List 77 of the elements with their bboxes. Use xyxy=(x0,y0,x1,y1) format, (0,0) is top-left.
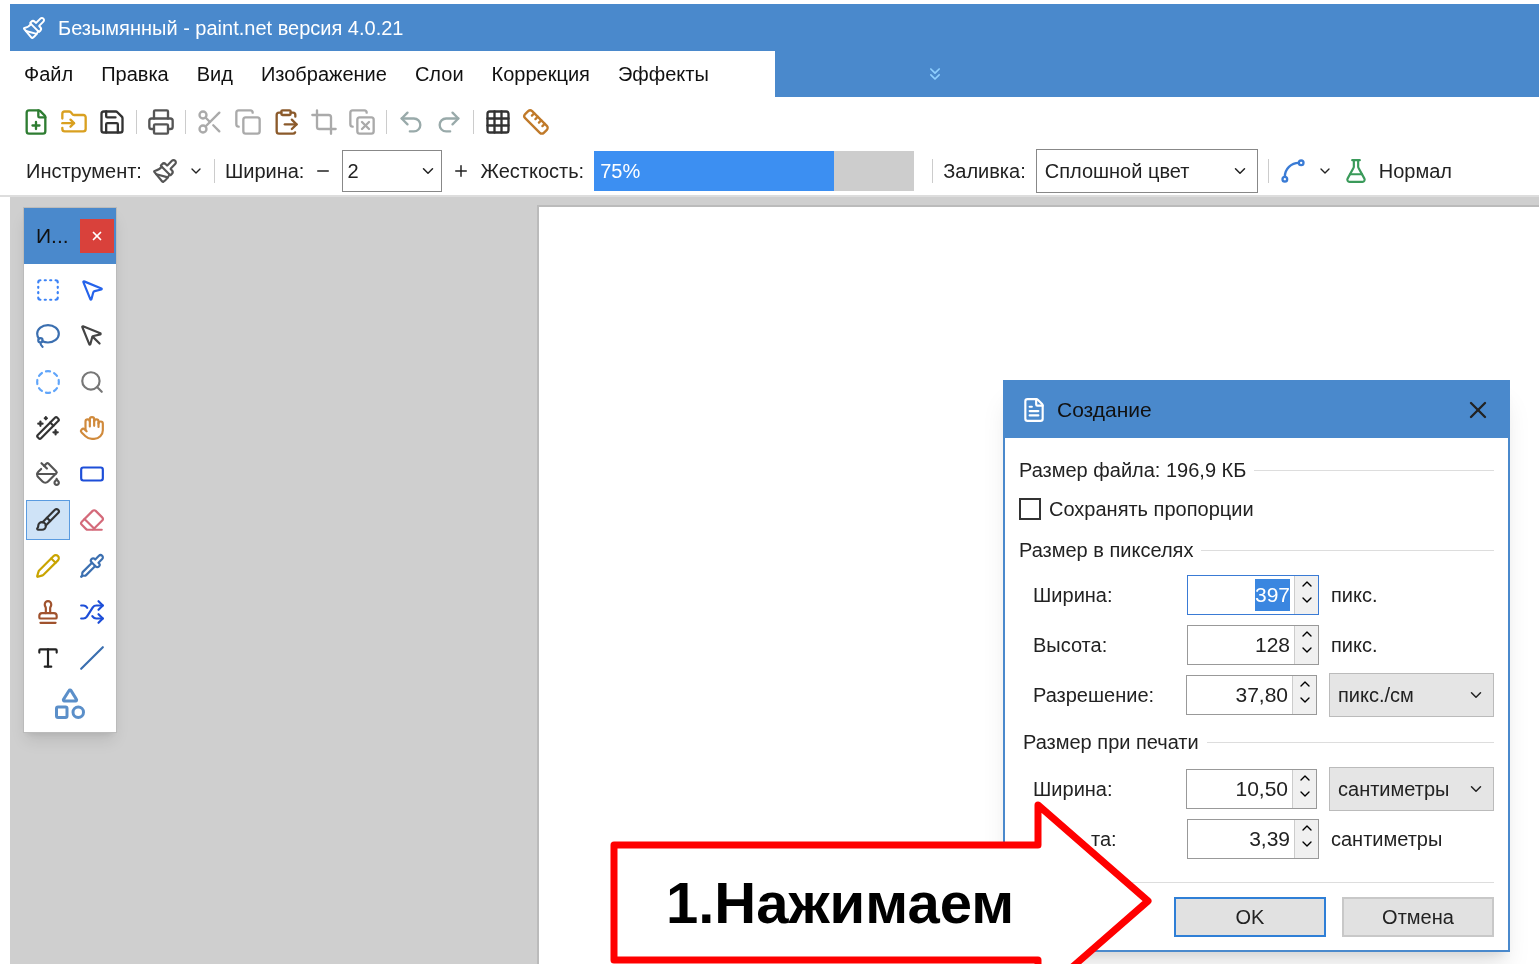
crop-icon[interactable] xyxy=(310,108,338,136)
spinner-control[interactable] xyxy=(1294,576,1318,614)
hardness-value: 75% xyxy=(599,159,641,184)
number-value: 397 xyxy=(1254,579,1290,611)
menu-item[interactable]: Вид xyxy=(196,59,233,89)
number-value: 10,50 xyxy=(1235,776,1289,803)
pipette-icon xyxy=(79,553,105,579)
curve-icon[interactable] xyxy=(1278,157,1307,185)
unit-label: пикс. xyxy=(1331,583,1378,608)
menu-item[interactable]: Изображение xyxy=(260,59,387,89)
callout-text: 1.Нажимаем xyxy=(665,869,1015,937)
pencil-icon xyxy=(35,553,61,579)
line-tool-icon xyxy=(79,645,105,671)
number-value: 128 xyxy=(1254,632,1290,659)
eraser-icon xyxy=(79,507,105,533)
hardness-label: Жесткость: xyxy=(480,159,585,184)
panel-title: И... xyxy=(36,223,69,250)
field-label: Разрешение: xyxy=(1033,684,1155,706)
width-dropdown[interactable]: 2 xyxy=(342,150,443,192)
file-size-text: Размер файла: 196,9 КБ xyxy=(1019,458,1247,483)
dialog-title: Создание xyxy=(1057,397,1153,424)
menu-item[interactable]: Слои xyxy=(414,59,464,89)
menu-item[interactable]: Правка xyxy=(101,59,169,89)
document-icon xyxy=(1021,397,1047,423)
app-icon xyxy=(22,15,46,40)
unit-dropdown[interactable]: сантиметры xyxy=(1329,767,1494,811)
paintbrush-icon[interactable] xyxy=(151,158,178,184)
ruler-icon[interactable] xyxy=(522,108,550,136)
magic-wand-icon xyxy=(35,415,61,441)
menu-item[interactable]: Файл xyxy=(24,59,74,89)
field-label: та: xyxy=(1091,828,1117,850)
close-button[interactable] xyxy=(80,219,114,253)
paintbrush-icon xyxy=(35,507,61,533)
spinner-control[interactable] xyxy=(1292,770,1317,808)
fill-label: Заливка: xyxy=(943,159,1026,184)
number-value: 3,39 xyxy=(1249,826,1290,853)
field-label: Ширина: xyxy=(1033,584,1113,606)
open-folder-icon[interactable] xyxy=(60,108,88,136)
selection-rectangle-icon xyxy=(35,277,61,303)
number-value: 37,80 xyxy=(1235,682,1289,709)
hand-icon xyxy=(79,415,105,441)
width-label: Ширина: xyxy=(224,159,305,184)
text-tool-icon xyxy=(35,645,61,671)
dialog-button[interactable]: Отмена xyxy=(1342,897,1494,937)
blend-mode-label[interactable]: Нормал xyxy=(1378,156,1452,186)
menu-item[interactable]: Коррекция xyxy=(491,59,590,89)
checkbox-label: Сохранять пропорции xyxy=(1049,497,1254,522)
tool-button[interactable] xyxy=(26,500,70,540)
stamp-icon xyxy=(35,599,61,625)
printer-icon[interactable] xyxy=(147,108,175,136)
deselect-icon[interactable] xyxy=(348,108,376,136)
spinner-control[interactable] xyxy=(1292,676,1317,714)
spinner-control[interactable] xyxy=(1294,626,1318,664)
unit-label: сантиметры xyxy=(1331,827,1443,852)
shapes-icon xyxy=(52,686,88,722)
checkbox[interactable] xyxy=(1019,498,1041,520)
paint-bucket-icon xyxy=(35,461,61,487)
window-title: Безымянный - paint.net версия 4.0.21 xyxy=(58,15,404,41)
copy-icon[interactable] xyxy=(234,108,262,136)
dialog-button[interactable]: OK xyxy=(1174,897,1326,937)
unit-label: пикс. xyxy=(1331,633,1378,658)
field-label: Высота: xyxy=(1033,634,1108,656)
grid-icon[interactable] xyxy=(484,108,512,136)
pointer-outline-icon xyxy=(79,323,105,349)
lasso-icon xyxy=(35,323,61,349)
dashed-circle-icon xyxy=(35,369,61,395)
unit-dropdown[interactable]: пикс./см xyxy=(1329,673,1494,717)
save-icon[interactable] xyxy=(98,108,126,136)
section-heading: Размер при печати xyxy=(1023,730,1199,755)
menu-item[interactable]: Эффекты xyxy=(617,59,709,89)
spinner-control[interactable] xyxy=(1294,820,1318,858)
fill-dropdown[interactable]: Сплошной цвет xyxy=(1035,149,1258,193)
tool-label: Инструмент: xyxy=(26,159,142,184)
section-heading: Размер в пикселях xyxy=(1019,538,1194,563)
close-icon xyxy=(90,229,104,243)
magnifier-icon xyxy=(79,369,105,395)
field-label: Ширина: xyxy=(1033,778,1113,800)
